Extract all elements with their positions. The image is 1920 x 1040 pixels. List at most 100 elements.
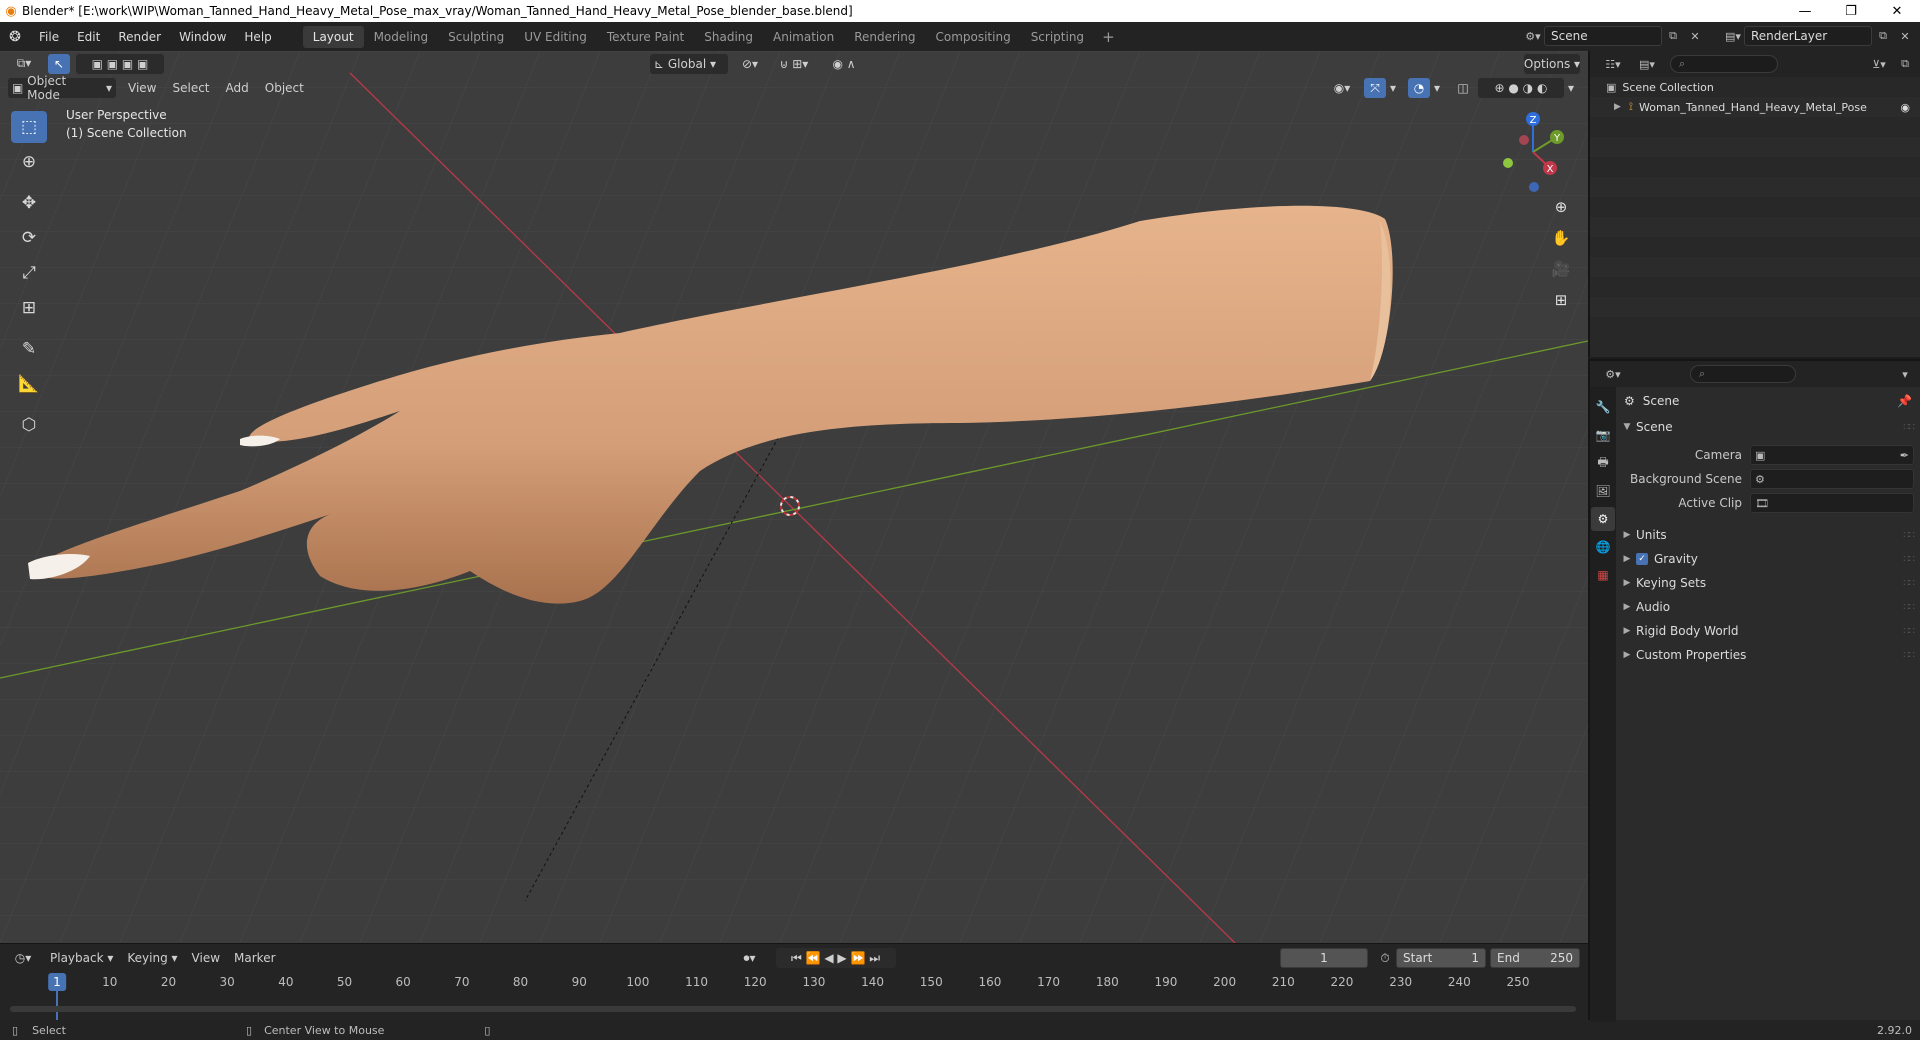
display-mode-icon[interactable]: ▤▾ (1632, 54, 1662, 74)
selection-mode-buttons[interactable]: ▣ ▣ ▣ ▣ (76, 53, 164, 74)
tab-animation[interactable]: Animation (763, 26, 844, 48)
active-clip-field[interactable]: 🎞 (1750, 493, 1914, 513)
tab-compositing[interactable]: Compositing (925, 26, 1020, 48)
xray-toggle-icon[interactable]: ◫ (1452, 78, 1474, 98)
menu-keying[interactable]: Keying ▾ (123, 948, 181, 968)
new-collection-icon[interactable]: ⧉ (1894, 54, 1916, 74)
current-frame-field[interactable]: 1 (1280, 948, 1368, 968)
view-layer-tab-icon[interactable]: 🖼 (1591, 479, 1615, 503)
menu-playback[interactable]: Playback ▾ (46, 948, 117, 968)
ortho-grid-icon[interactable]: ⊞ (1548, 287, 1574, 313)
proportional-edit-icon[interactable]: ◉ ∧ (824, 54, 864, 74)
tab-texture-paint[interactable]: Texture Paint (597, 26, 694, 48)
current-frame-marker[interactable]: 1 (48, 973, 66, 991)
snap-icon[interactable]: ⊍ ⊞▾ (768, 54, 820, 74)
filter-icon[interactable]: ⊻▾ (1864, 54, 1894, 74)
tab-scripting[interactable]: Scripting (1021, 26, 1094, 48)
background-scene-field[interactable]: ⚙ (1750, 469, 1914, 489)
eye-visibility-icon[interactable]: ◉ (1900, 101, 1910, 114)
drag-handle-icon[interactable]: ∷∷ (1903, 650, 1915, 661)
tab-layout[interactable]: Layout (302, 25, 364, 48)
renderlayer-remove-icon[interactable]: ✕ (1894, 26, 1916, 46)
tab-modeling[interactable]: Modeling (364, 26, 439, 48)
menu-timeline-view[interactable]: View (188, 948, 224, 968)
playback-controls[interactable]: ⏮ ⏪ ◀ ▶ ⏩ ⏭ (775, 948, 896, 968)
timeline-ruler[interactable]: 1 10 20 30 40 50 60 70 80 90 100 110 120 130 140 150 160… (0, 972, 1588, 1020)
overlay-toggle-icon[interactable]: ◔ (1408, 78, 1430, 98)
menu-edit[interactable]: Edit (68, 26, 109, 48)
menu-file[interactable]: File (30, 26, 68, 48)
section-keying-sets[interactable]: ▶ Keying Sets ∷∷ (1618, 571, 1920, 595)
render-tab-icon[interactable]: 📷 (1591, 423, 1615, 447)
navigation-gizmo[interactable]: Z Y X (1488, 107, 1578, 197)
cursor-tool-icon[interactable]: ⊕ (11, 146, 47, 178)
start-frame-field[interactable]: Start 1 (1396, 948, 1486, 968)
section-gravity[interactable]: ▶ ✓ Gravity ∷∷ (1618, 547, 1920, 571)
output-tab-icon[interactable]: 🖶 (1591, 451, 1615, 475)
transform-orientation-dropdown[interactable]: ⊾ Global ▾ (650, 53, 728, 74)
drag-handle-icon[interactable]: ∷∷ (1903, 602, 1915, 613)
menu-view[interactable]: View (124, 78, 160, 98)
scene-tab-icon[interactable]: ⚙ (1591, 507, 1615, 531)
outliner-search-input[interactable]: ⌕ (1670, 55, 1778, 73)
options-dropdown[interactable]: Options ▾ (1524, 53, 1580, 74)
editor-type-icon[interactable]: ⧉▾ (8, 54, 40, 74)
measure-tool-icon[interactable]: 📐 (11, 368, 47, 400)
blender-menu-icon[interactable]: ❂ (0, 22, 30, 51)
minimize-button[interactable]: — (1782, 0, 1828, 22)
world-tab-icon[interactable]: 🌐 (1591, 535, 1615, 559)
outliner-row-scene-collection[interactable]: ▣ Scene Collection (1590, 77, 1920, 97)
tab-shading[interactable]: Shading (694, 26, 763, 48)
gravity-checkbox[interactable]: ✓ (1636, 553, 1648, 565)
scale-tool-icon[interactable]: ⤢ (11, 257, 47, 289)
transform-tool-icon[interactable]: ⊞ (11, 292, 47, 324)
outliner-row-object[interactable]: ▶ ⟟ Woman_Tanned_Hand_Heavy_Metal_Pose ◉ (1590, 97, 1920, 117)
gizmo-toggle-icon[interactable]: ⤧ (1364, 78, 1386, 98)
scene-copy-icon[interactable]: ⧉ (1662, 26, 1684, 46)
scene-field[interactable]: Scene (1544, 26, 1662, 46)
drag-handle-icon[interactable]: ∷∷ (1903, 626, 1915, 637)
menu-render[interactable]: Render (109, 26, 170, 48)
drag-handle-icon[interactable]: ∷∷ (1903, 578, 1915, 589)
restore-button[interactable]: ❐ (1828, 0, 1874, 22)
expand-arrow-icon[interactable]: ▶ (1614, 102, 1621, 112)
menu-help[interactable]: Help (235, 26, 280, 48)
pan-hand-icon[interactable]: ✋ (1548, 225, 1574, 251)
select-tweak-icon[interactable]: ↖ (48, 53, 70, 74)
chevron-down-icon[interactable]: ▾ (1386, 78, 1400, 98)
move-tool-icon[interactable]: ✥ (11, 187, 47, 219)
clock-icon[interactable]: ⏱ (1374, 948, 1396, 968)
pin-icon[interactable]: 📌 (1897, 394, 1912, 408)
drag-handle-icon[interactable]: ∷∷ (1903, 530, 1915, 541)
annotate-tool-icon[interactable]: ✎ (11, 333, 47, 365)
drag-handle-icon[interactable]: ∷∷ (1903, 422, 1915, 433)
close-button[interactable]: ✕ (1874, 0, 1920, 22)
shading-mode-buttons[interactable]: ⊕ ● ◑ ◐ (1478, 78, 1564, 98)
properties-search-input[interactable]: ⌕ (1690, 365, 1796, 383)
eyedropper-icon[interactable]: ✒ (1900, 449, 1909, 462)
camera-view-icon[interactable]: 🎥 (1548, 256, 1574, 282)
section-custom-properties[interactable]: ▶ Custom Properties ∷∷ (1618, 643, 1920, 667)
3d-viewport[interactable]: ⧉▾ ↖ ▣ ▣ ▣ ▣ ⊾ Global ▾ ⊘▾ ⊍ ⊞▾ ◉ ∧ Opti… (0, 51, 1588, 943)
drag-handle-icon[interactable]: ∷∷ (1903, 554, 1915, 565)
scene-remove-icon[interactable]: ✕ (1684, 26, 1706, 46)
renderlayer-copy-icon[interactable]: ⧉ (1872, 26, 1894, 46)
section-scene-header[interactable]: ▼ Scene ∷∷ (1618, 415, 1920, 439)
rotate-tool-icon[interactable]: ⟳ (11, 222, 47, 254)
menu-select[interactable]: Select (168, 78, 213, 98)
add-workspace-button[interactable]: + (1094, 28, 1123, 46)
menu-object[interactable]: Object (261, 78, 308, 98)
pivot-point-icon[interactable]: ⊘▾ (736, 54, 764, 74)
menu-marker[interactable]: Marker (230, 948, 279, 968)
chevron-down-icon[interactable]: ▾ (1564, 78, 1578, 98)
chevron-down-icon[interactable]: ▾ (1894, 364, 1916, 384)
menu-window[interactable]: Window (170, 26, 235, 48)
visibility-icon[interactable]: ◉▾ (1328, 78, 1356, 98)
zoom-icon[interactable]: ⊕ (1548, 194, 1574, 220)
section-rigid-body-world[interactable]: ▶ Rigid Body World ∷∷ (1618, 619, 1920, 643)
end-frame-field[interactable]: End 250 (1490, 948, 1580, 968)
scene-icon[interactable]: ⚙▾ (1522, 26, 1544, 46)
section-audio[interactable]: ▶ Audio ∷∷ (1618, 595, 1920, 619)
record-icon[interactable]: ⏺▾ (736, 948, 764, 968)
tab-rendering[interactable]: Rendering (844, 26, 925, 48)
